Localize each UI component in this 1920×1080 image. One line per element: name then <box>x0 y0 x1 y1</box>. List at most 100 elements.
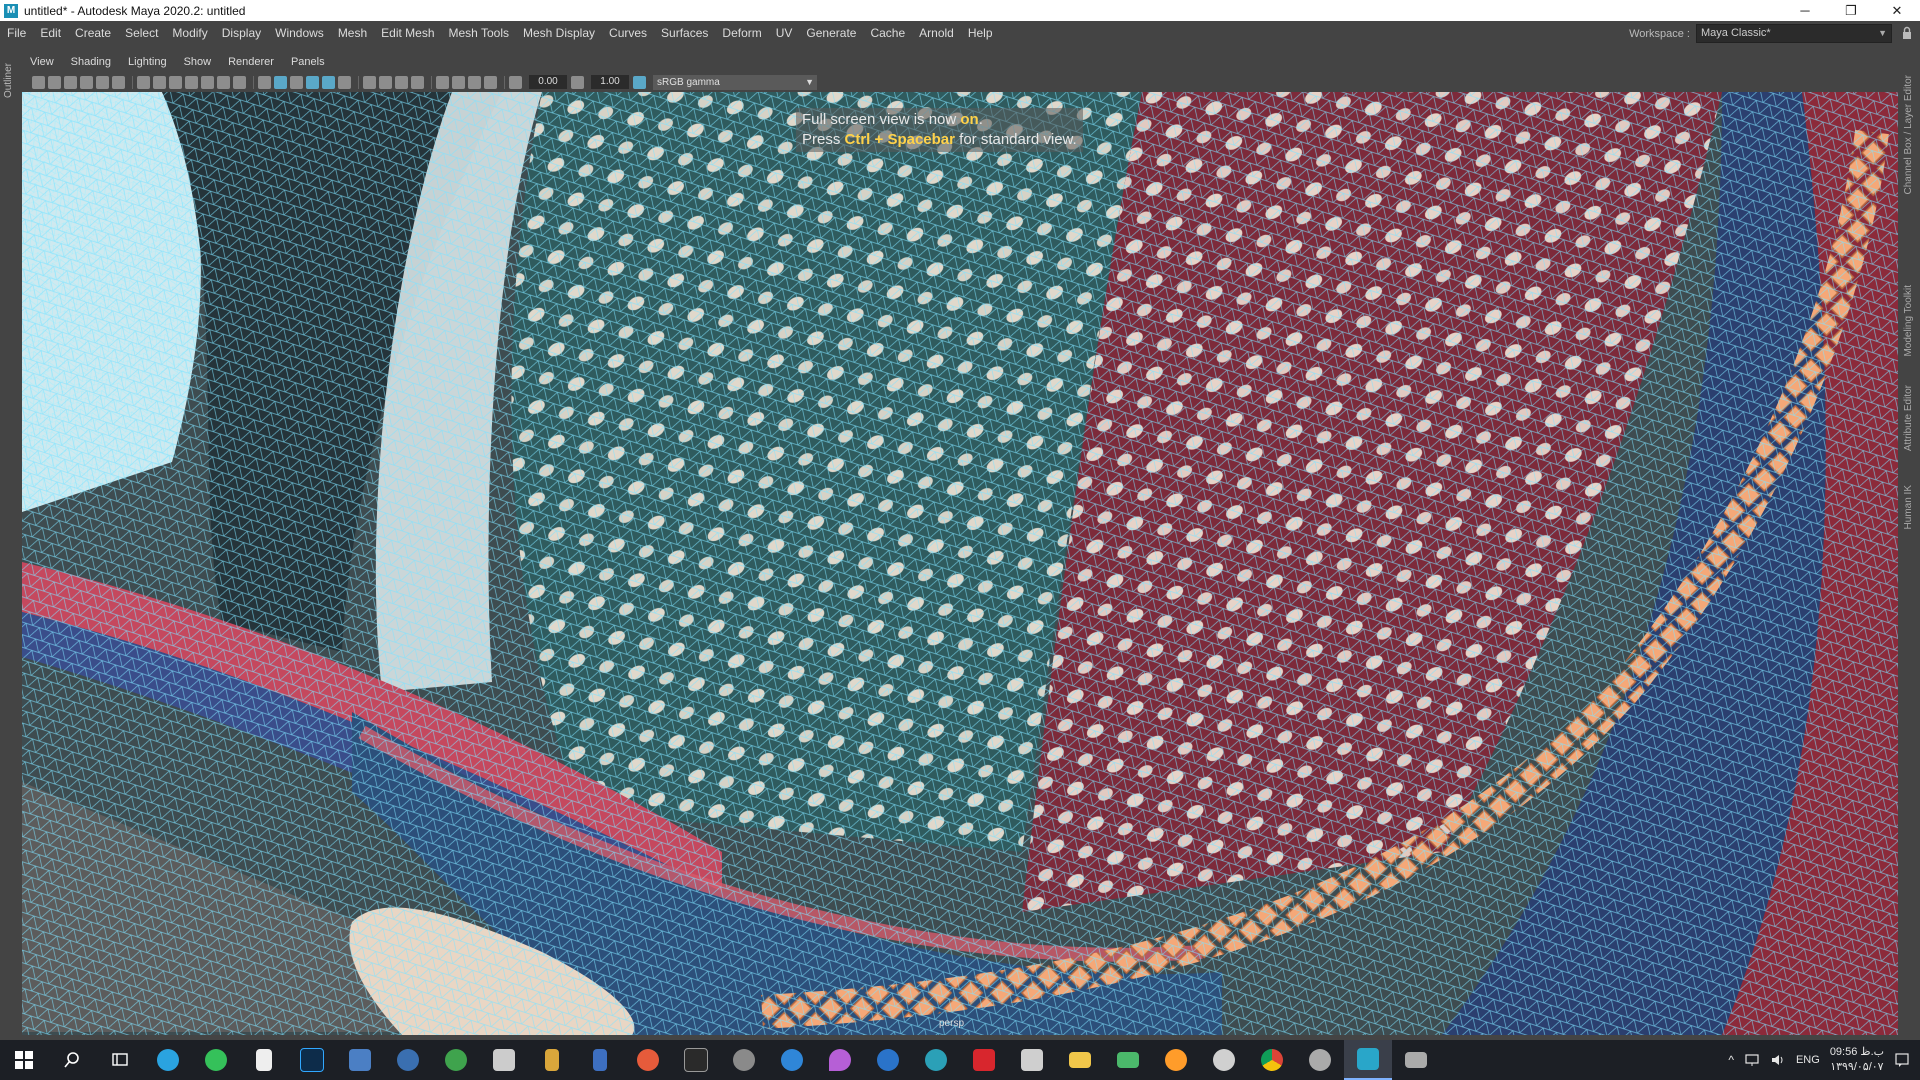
xray-components-icon[interactable] <box>484 75 497 89</box>
taskbar-app-photos[interactable] <box>1296 1040 1344 1080</box>
taskbar-app-yellow[interactable] <box>528 1040 576 1080</box>
exposure-icon[interactable] <box>509 75 522 89</box>
taskbar-app-cube[interactable] <box>576 1040 624 1080</box>
taskbar-app-red[interactable] <box>960 1040 1008 1080</box>
color-management-icon[interactable] <box>633 75 646 89</box>
clock[interactable]: 09:56 ب.ظ ۱۳۹۹/۰۵/۰۷ <box>1830 1045 1884 1075</box>
workspace-dropdown[interactable]: Maya Classic* ▼ <box>1696 24 1892 43</box>
taskbar-app-monitor[interactable] <box>1392 1040 1440 1080</box>
modeling-toolkit-tab[interactable]: Modeling Toolkit <box>1903 285 1914 357</box>
taskbar-app-maya[interactable] <box>1344 1040 1392 1080</box>
textured-icon[interactable] <box>322 75 335 89</box>
human-ik-tab[interactable]: Human IK <box>1903 485 1914 529</box>
grease-pencil-icon[interactable] <box>112 75 125 89</box>
field-chart-icon[interactable] <box>201 75 214 89</box>
chevron-up-icon[interactable]: ^ <box>1728 1053 1734 1067</box>
taskbar-app-drop[interactable] <box>816 1040 864 1080</box>
taskbar-app-mail[interactable] <box>1104 1040 1152 1080</box>
taskbar-app-paint[interactable] <box>480 1040 528 1080</box>
panel-menu-show[interactable]: Show <box>174 56 219 68</box>
taskbar-app-clapper[interactable] <box>672 1040 720 1080</box>
taskbar-app-blue[interactable] <box>336 1040 384 1080</box>
lights-icon[interactable] <box>338 75 351 89</box>
resolution-gate-icon[interactable] <box>169 75 182 89</box>
menu-windows[interactable]: Windows <box>268 21 331 45</box>
antialiasing-icon[interactable] <box>395 75 408 89</box>
wireframe-on-shaded-icon[interactable] <box>306 75 319 89</box>
close-button[interactable]: ✕ <box>1874 0 1920 21</box>
menu-uv[interactable]: UV <box>769 21 800 45</box>
taskbar-app-chrome[interactable] <box>1248 1040 1296 1080</box>
lock-icon[interactable] <box>1902 26 1912 40</box>
taskbar-app-telegram[interactable] <box>144 1040 192 1080</box>
isolate-select-icon[interactable] <box>436 75 449 89</box>
panel-menu-renderer[interactable]: Renderer <box>218 56 281 68</box>
taskbar-app-photoshop[interactable] <box>288 1040 336 1080</box>
panel-menu-view[interactable]: View <box>20 56 61 68</box>
safe-action-icon[interactable] <box>217 75 230 89</box>
gamma-field[interactable]: 1.00 <box>591 75 629 89</box>
menu-curves[interactable]: Curves <box>602 21 654 45</box>
menu-help[interactable]: Help <box>961 21 1000 45</box>
panel-menu-panels[interactable]: Panels <box>281 56 332 68</box>
notification-icon[interactable] <box>1894 1052 1910 1068</box>
image-plane-icon[interactable] <box>80 75 93 89</box>
menu-edit-mesh[interactable]: Edit Mesh <box>374 21 441 45</box>
attribute-editor-tab[interactable]: Attribute Editor <box>1903 385 1914 451</box>
menu-mesh[interactable]: Mesh <box>331 21 374 45</box>
channel-box-tab[interactable]: Channel Box / Layer Editor <box>1903 75 1914 195</box>
language-indicator[interactable]: ENG <box>1796 1054 1820 1066</box>
taskbar-app-magnifier[interactable] <box>912 1040 960 1080</box>
camera-attributes-icon[interactable] <box>48 75 61 89</box>
xray-joints-icon[interactable] <box>468 75 481 89</box>
menu-file[interactable]: File <box>0 21 33 45</box>
taskbar-app-globe[interactable] <box>384 1040 432 1080</box>
taskbar-search-button[interactable] <box>48 1040 96 1080</box>
taskbar-app-vm[interactable] <box>720 1040 768 1080</box>
gamma-icon[interactable] <box>571 75 584 89</box>
view-transform-dropdown[interactable]: sRGB gamma ▼ <box>653 74 817 90</box>
exposure-field[interactable]: 0.00 <box>529 75 567 89</box>
taskbar-app-steam[interactable] <box>1200 1040 1248 1080</box>
menu-mesh-display[interactable]: Mesh Display <box>516 21 602 45</box>
outliner-tab[interactable]: Outliner <box>3 63 14 98</box>
taskbar-app-file[interactable] <box>240 1040 288 1080</box>
default-material-icon[interactable] <box>290 75 303 89</box>
taskbar-app-whatsapp[interactable] <box>192 1040 240 1080</box>
menu-cache[interactable]: Cache <box>863 21 912 45</box>
taskbar-app-explorer[interactable] <box>1056 1040 1104 1080</box>
minimize-button[interactable]: ─ <box>1782 0 1828 21</box>
select-camera-icon[interactable] <box>32 75 45 89</box>
wireframe-icon[interactable] <box>258 75 271 89</box>
menu-arnold[interactable]: Arnold <box>912 21 961 45</box>
menu-display[interactable]: Display <box>215 21 268 45</box>
taskbar-app-sync[interactable] <box>864 1040 912 1080</box>
smooth-shade-icon[interactable] <box>274 75 287 89</box>
menu-modify[interactable]: Modify <box>165 21 214 45</box>
taskbar-app-edge[interactable] <box>768 1040 816 1080</box>
volume-icon[interactable] <box>1770 1053 1786 1067</box>
taskbar-app-doc[interactable] <box>1008 1040 1056 1080</box>
menu-deform[interactable]: Deform <box>715 21 768 45</box>
restore-button[interactable]: ❐ <box>1828 0 1874 21</box>
menu-select[interactable]: Select <box>118 21 165 45</box>
2d-pan-zoom-icon[interactable] <box>96 75 109 89</box>
taskbar-app-firefox[interactable] <box>1152 1040 1200 1080</box>
task-view-button[interactable] <box>96 1040 144 1080</box>
film-gate-icon[interactable] <box>153 75 166 89</box>
menu-mesh-tools[interactable]: Mesh Tools <box>442 21 516 45</box>
menu-generate[interactable]: Generate <box>799 21 863 45</box>
xray-icon[interactable] <box>452 75 465 89</box>
safe-title-icon[interactable] <box>233 75 246 89</box>
bookmark-icon[interactable] <box>64 75 77 89</box>
grid-icon[interactable] <box>137 75 150 89</box>
network-icon[interactable] <box>1744 1053 1760 1067</box>
3d-viewport[interactable] <box>22 92 1898 1035</box>
depth-of-field-icon[interactable] <box>411 75 424 89</box>
panel-menu-lighting[interactable]: Lighting <box>118 56 174 68</box>
ambient-occlusion-icon[interactable] <box>379 75 392 89</box>
taskbar-app-target[interactable] <box>624 1040 672 1080</box>
menu-surfaces[interactable]: Surfaces <box>654 21 715 45</box>
gate-mask-icon[interactable] <box>185 75 198 89</box>
menu-edit[interactable]: Edit <box>33 21 68 45</box>
